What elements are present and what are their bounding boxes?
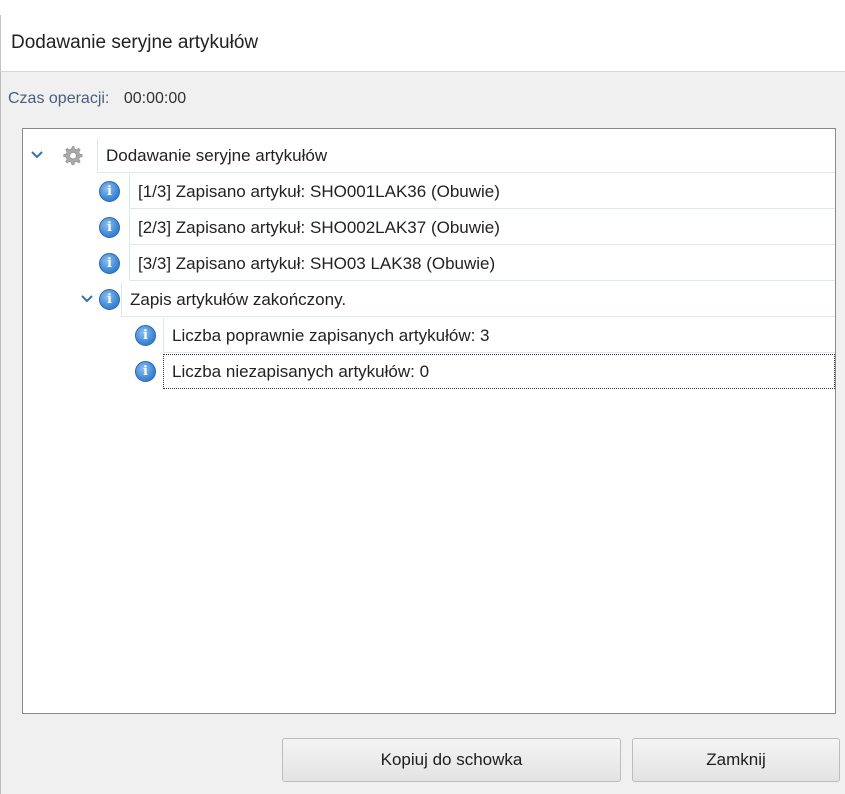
tree-node-label: Dodawanie seryjne artykułów: [97, 138, 835, 173]
close-button[interactable]: Zamknij: [632, 738, 840, 782]
title-bar: Dodawanie seryjne artykułów: [0, 15, 845, 71]
tree-node-label: Liczba poprawnie zapisanych artykułów: 3: [163, 318, 835, 353]
tree-node-label: [3/3] Zapisano artykuł: SHO03 LAK38 (Obu…: [129, 246, 835, 281]
top-strip: [0, 0, 845, 16]
tree-node-item[interactable]: i [3/3] Zapisano artykuł: SHO03 LAK38 (O…: [23, 246, 835, 282]
info-icon: i: [99, 289, 120, 310]
log-tree[interactable]: Dodawanie seryjne artykułów i [1/3] Zapi…: [22, 128, 836, 714]
info-icon: i: [135, 361, 156, 382]
tree-node-item[interactable]: i Liczba poprawnie zapisanych artykułów:…: [23, 318, 835, 354]
tree-node-item-selected[interactable]: i Liczba niezapisanych artykułów: 0: [23, 354, 835, 390]
info-icon: i: [99, 253, 120, 274]
info-icon: i: [99, 217, 120, 238]
operation-time-value: 00:00:00: [123, 90, 187, 107]
copy-to-clipboard-button[interactable]: Kopiuj do schowka: [282, 738, 621, 782]
operation-time-label: Czas operacji:: [8, 90, 110, 107]
dialog-window: Dodawanie seryjne artykułów Czas operacj…: [0, 0, 845, 794]
info-icon: i: [135, 325, 156, 346]
info-icon: i: [99, 181, 120, 202]
operation-time: Czas operacji: 00:00:00: [8, 90, 186, 108]
gear-icon: [63, 146, 83, 166]
tree-node-label: Zapis artykułów zakończony.: [121, 282, 835, 317]
tree-node-label: Liczba niezapisanych artykułów: 0: [163, 354, 835, 389]
tree-node-label: [2/3] Zapisano artykuł: SHO002LAK37 (Obu…: [129, 210, 835, 245]
tree-node-label: [1/3] Zapisano artykuł: SHO001LAK36 (Obu…: [129, 174, 835, 209]
tree-node-item[interactable]: i [1/3] Zapisano artykuł: SHO001LAK36 (O…: [23, 174, 835, 210]
chevron-down-icon[interactable]: [30, 148, 44, 162]
tree-node-summary[interactable]: i Zapis artykułów zakończony.: [23, 282, 835, 318]
window-title: Dodawanie seryjne artykułów: [11, 32, 259, 53]
tree-node-root[interactable]: Dodawanie seryjne artykułów: [23, 138, 835, 174]
tree-node-item[interactable]: i [2/3] Zapisano artykuł: SHO002LAK37 (O…: [23, 210, 835, 246]
chevron-down-icon[interactable]: [80, 292, 94, 306]
